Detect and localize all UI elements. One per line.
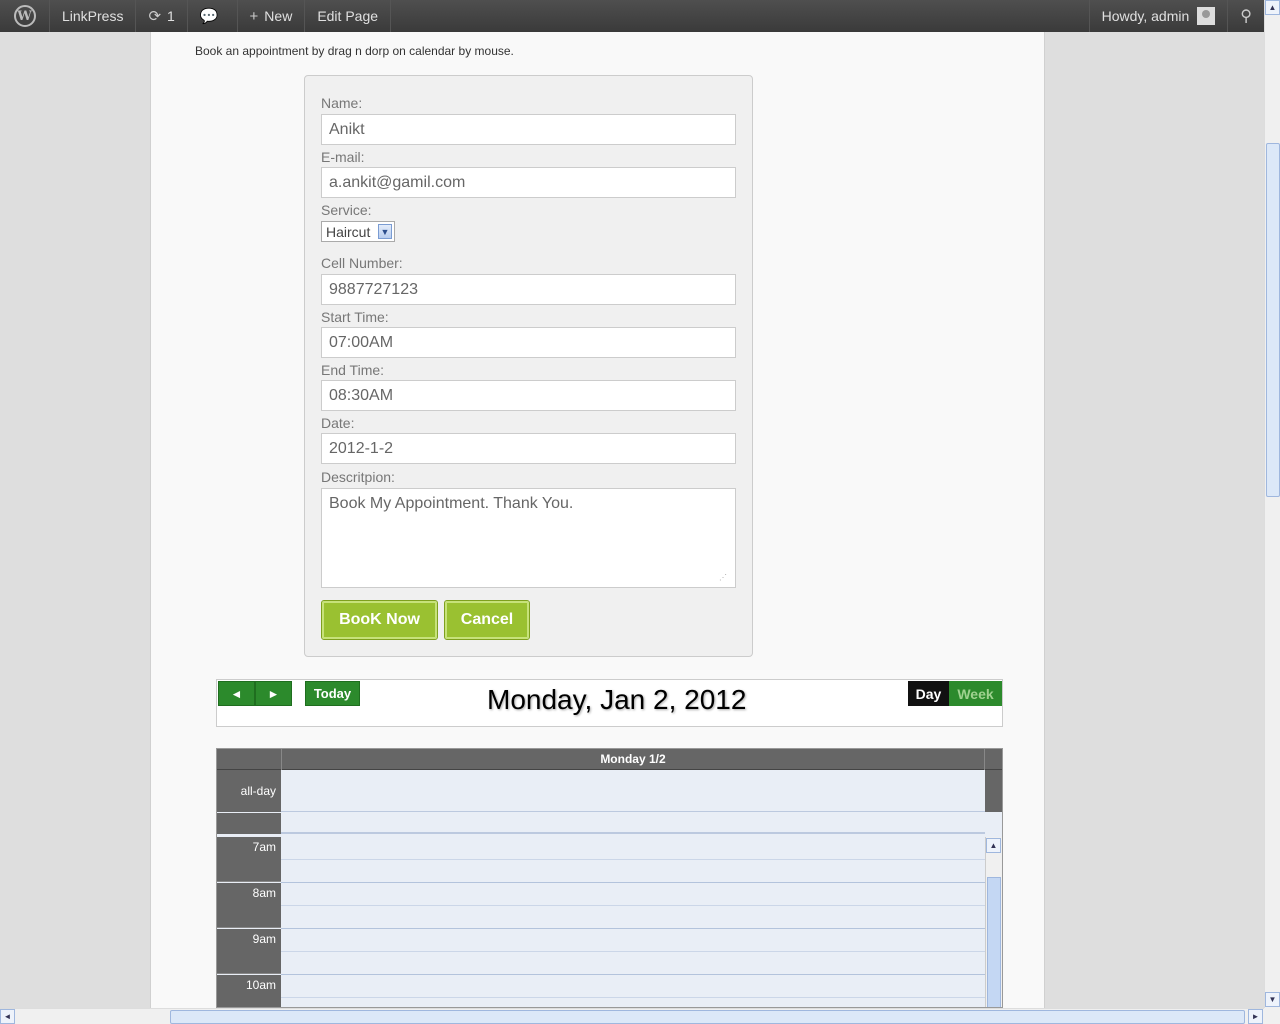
booking-form: Name: Anikt E-mail: a.ankit@gamil.com Se…	[304, 75, 753, 657]
hour-label-10am: 10am	[217, 975, 281, 1007]
today-button[interactable]: Today	[305, 681, 360, 706]
window-horizontal-thumb[interactable]	[170, 1010, 1245, 1024]
edit-page-link[interactable]: Edit Page	[305, 0, 392, 32]
wordpress-logo-button[interactable]: W	[0, 0, 50, 32]
intro-text: Book an appointment by drag n dorp on ca…	[195, 44, 514, 58]
time-slot[interactable]	[281, 975, 985, 998]
time-slot[interactable]	[281, 883, 985, 906]
search-button[interactable]: ⚲	[1227, 0, 1264, 32]
allday-slot[interactable]	[281, 770, 985, 812]
window-vertical-thumb[interactable]	[1266, 143, 1280, 497]
comments-button[interactable]: 💬	[188, 0, 238, 32]
next-button[interactable]: ►	[255, 681, 292, 706]
description-field[interactable]: Book My Appointment. Thank You. ⋰	[321, 488, 736, 588]
date-label: Date:	[321, 415, 355, 431]
greeting-text: Howdy, admin	[1101, 8, 1190, 24]
start-time-label: Start Time:	[321, 309, 389, 325]
end-time-field[interactable]: 08:30AM	[321, 380, 736, 411]
end-time-label: End Time:	[321, 362, 385, 378]
time-slot[interactable]	[281, 837, 985, 860]
hour-label-8am: 8am	[217, 883, 281, 928]
scroll-left-icon[interactable]: ◄	[0, 1009, 15, 1024]
scrollbar-corner	[1264, 1008, 1280, 1024]
gutter-spacer	[217, 813, 281, 834]
window-horizontal-scrollbar[interactable]: ◄ ►	[0, 1008, 1264, 1024]
description-label: Descritpion:	[321, 469, 395, 485]
time-slot[interactable]	[281, 906, 985, 929]
scroll-right-icon[interactable]: ►	[1248, 1009, 1263, 1024]
hour-label-9am: 9am	[217, 929, 281, 974]
service-select[interactable]: Haircut ▼	[321, 221, 395, 242]
column-header-bar: Monday 1/2	[217, 749, 1002, 770]
date-field[interactable]: 2012-1-2	[321, 433, 736, 464]
new-label: New	[264, 8, 293, 24]
service-label: Service:	[321, 202, 372, 218]
admin-bar: W LinkPress ⟳ 1 💬 + New Edit Page Howdy,…	[0, 0, 1264, 32]
scroll-up-icon[interactable]: ▲	[1265, 0, 1280, 15]
updates-button[interactable]: ⟳ 1	[136, 0, 188, 32]
allday-divider	[281, 813, 985, 834]
calendar-header: ◄ ► Today Monday, Jan 2, 2012 Day Week	[216, 679, 1003, 727]
week-view-button[interactable]: Week	[949, 681, 1002, 706]
time-slot[interactable]	[281, 929, 985, 952]
chevron-down-icon[interactable]: ▼	[378, 224, 392, 239]
cell-number-field[interactable]: 9887727123	[321, 274, 736, 305]
updates-count: 1	[167, 8, 175, 24]
wordpress-icon: W	[13, 5, 36, 27]
prev-button[interactable]: ◄	[218, 681, 255, 706]
scroll-down-icon[interactable]: ▼	[1265, 992, 1280, 1007]
name-field[interactable]: Anikt	[321, 114, 736, 145]
name-label: Name:	[321, 95, 363, 111]
allday-label: all-day	[217, 770, 281, 812]
calendar-title: Monday, Jan 2, 2012	[487, 684, 747, 715]
time-slot[interactable]	[281, 860, 985, 883]
time-slot[interactable]	[281, 998, 985, 1007]
description-text: Book My Appointment. Thank You.	[329, 495, 574, 512]
calendar-scroll-thumb[interactable]	[987, 877, 1001, 1007]
header-scroll-spacer	[985, 770, 1002, 812]
calendar-scrollbar[interactable]: ▲	[985, 837, 1002, 1007]
time-slot[interactable]	[281, 952, 985, 975]
refresh-icon: ⟳	[148, 8, 162, 25]
email-field[interactable]: a.ankit@gamil.com	[321, 167, 736, 198]
service-value: Haircut	[326, 223, 371, 240]
email-label: E-mail:	[321, 149, 365, 165]
comment-icon: 💬	[199, 8, 219, 25]
calendar-grid: Monday 1/2 all-day 7am 8am 9am 10am ▲	[216, 748, 1003, 1008]
book-now-button[interactable]: BooK Now	[321, 600, 438, 640]
account-menu[interactable]: Howdy, admin	[1088, 0, 1228, 32]
start-time-field[interactable]: 07:00AM	[321, 327, 736, 358]
cell-label: Cell Number:	[321, 255, 403, 271]
resize-grip-icon[interactable]: ⋰	[719, 573, 729, 582]
plus-icon: +	[249, 7, 259, 25]
scroll-up-icon[interactable]: ▲	[986, 838, 1001, 853]
day-column-header: Monday 1/2	[281, 749, 985, 770]
search-icon: ⚲	[1240, 8, 1252, 25]
day-view-button[interactable]: Day	[908, 681, 949, 706]
window-vertical-scrollbar[interactable]: ▲ ▼	[1264, 0, 1280, 1008]
hour-label-7am: 7am	[217, 837, 281, 882]
page-content: Book an appointment by drag n dorp on ca…	[150, 32, 1045, 1008]
avatar	[1197, 7, 1216, 25]
site-name-link[interactable]: LinkPress	[50, 0, 137, 32]
new-content-button[interactable]: + New	[238, 0, 306, 32]
cancel-button[interactable]: Cancel	[444, 600, 530, 640]
